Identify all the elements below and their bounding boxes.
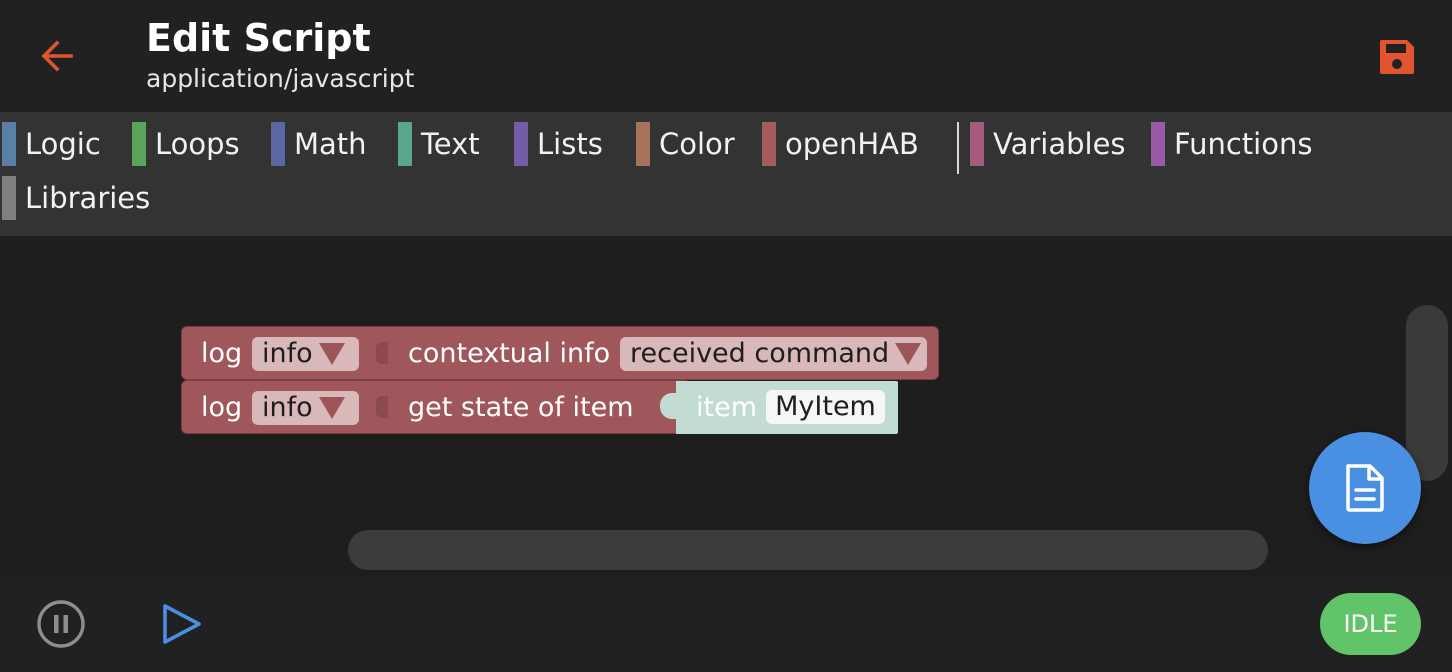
get-state-label: get state of item: [408, 392, 634, 423]
show-code-button[interactable]: [1309, 432, 1421, 544]
category-color-swatch: [2, 122, 16, 166]
toolbox-category-loops[interactable]: Loops: [132, 122, 240, 166]
play-icon: [163, 604, 201, 644]
category-label: openHAB: [785, 127, 919, 161]
toolbox-separator: [957, 122, 959, 174]
page-subtitle: application/javascript: [146, 64, 415, 93]
status-badge: IDLE: [1320, 593, 1421, 655]
log-level-value: info: [262, 338, 313, 369]
category-label: Functions: [1174, 127, 1313, 161]
pause-icon: [37, 600, 85, 648]
category-color-swatch: [762, 122, 776, 166]
horizontal-scrollbar[interactable]: [348, 530, 1268, 570]
category-label: Loops: [155, 127, 240, 161]
category-color-swatch: [514, 122, 528, 166]
category-color-swatch: [398, 122, 412, 166]
category-label: Libraries: [25, 181, 151, 215]
category-color-swatch: [2, 176, 16, 220]
item-name-field[interactable]: MyItem: [766, 390, 885, 424]
category-label: Color: [659, 127, 735, 161]
run-button[interactable]: [158, 600, 206, 648]
block-input-notch: [376, 396, 388, 418]
back-button[interactable]: [28, 28, 86, 84]
blockly-toolbox: Logic Loops Math Text Lists Color openHA…: [0, 112, 1452, 236]
page-title: Edit Script: [146, 16, 371, 60]
block-input-notch: [376, 342, 388, 364]
contextual-info-label: contextual info: [408, 338, 611, 369]
toolbox-category-functions[interactable]: Functions: [1151, 122, 1312, 166]
vertical-scrollbar[interactable]: [1406, 305, 1448, 481]
category-label: Variables: [993, 127, 1126, 161]
log-keyword: log: [201, 392, 243, 423]
log-keyword: log: [201, 338, 243, 369]
toolbox-category-lists[interactable]: Lists: [514, 122, 603, 166]
contextual-info-value: received command: [630, 338, 890, 369]
dropdown-arrow-icon: [318, 343, 345, 365]
log-level-dropdown[interactable]: info: [252, 391, 359, 425]
dropdown-arrow-icon: [895, 343, 922, 365]
category-color-swatch: [271, 122, 285, 166]
toolbox-category-text[interactable]: Text: [398, 122, 480, 166]
toolbox-category-color[interactable]: Color: [636, 122, 735, 166]
arrow-left-icon: [41, 40, 73, 72]
app-header: Edit Script application/javascript: [0, 0, 1452, 112]
log-level-dropdown[interactable]: info: [252, 337, 359, 371]
category-color-swatch: [636, 122, 650, 166]
log-level-value: info: [262, 392, 313, 423]
toolbox-category-libraries[interactable]: Libraries: [2, 176, 150, 220]
category-color-swatch: [132, 122, 146, 166]
category-label: Text: [421, 127, 480, 161]
category-label: Logic: [25, 127, 101, 161]
toolbox-category-logic[interactable]: Logic: [2, 122, 101, 166]
bottom-toolbar: [0, 576, 1452, 672]
toolbox-category-openhab[interactable]: openHAB: [762, 122, 919, 166]
item-label: item: [696, 392, 758, 423]
dropdown-arrow-icon: [318, 397, 345, 419]
pause-button[interactable]: [37, 600, 85, 648]
toolbox-category-variables[interactable]: Variables: [970, 122, 1126, 166]
toolbox-category-math[interactable]: Math: [271, 122, 367, 166]
category-label: Lists: [537, 127, 603, 161]
category-color-swatch: [970, 122, 984, 166]
save-button[interactable]: [1366, 28, 1428, 86]
category-label: Math: [294, 127, 367, 161]
floppy-disk-icon: [1380, 40, 1414, 74]
category-color-swatch: [1151, 122, 1165, 166]
document-icon: [1346, 464, 1384, 512]
contextual-info-dropdown[interactable]: received command: [620, 337, 927, 371]
